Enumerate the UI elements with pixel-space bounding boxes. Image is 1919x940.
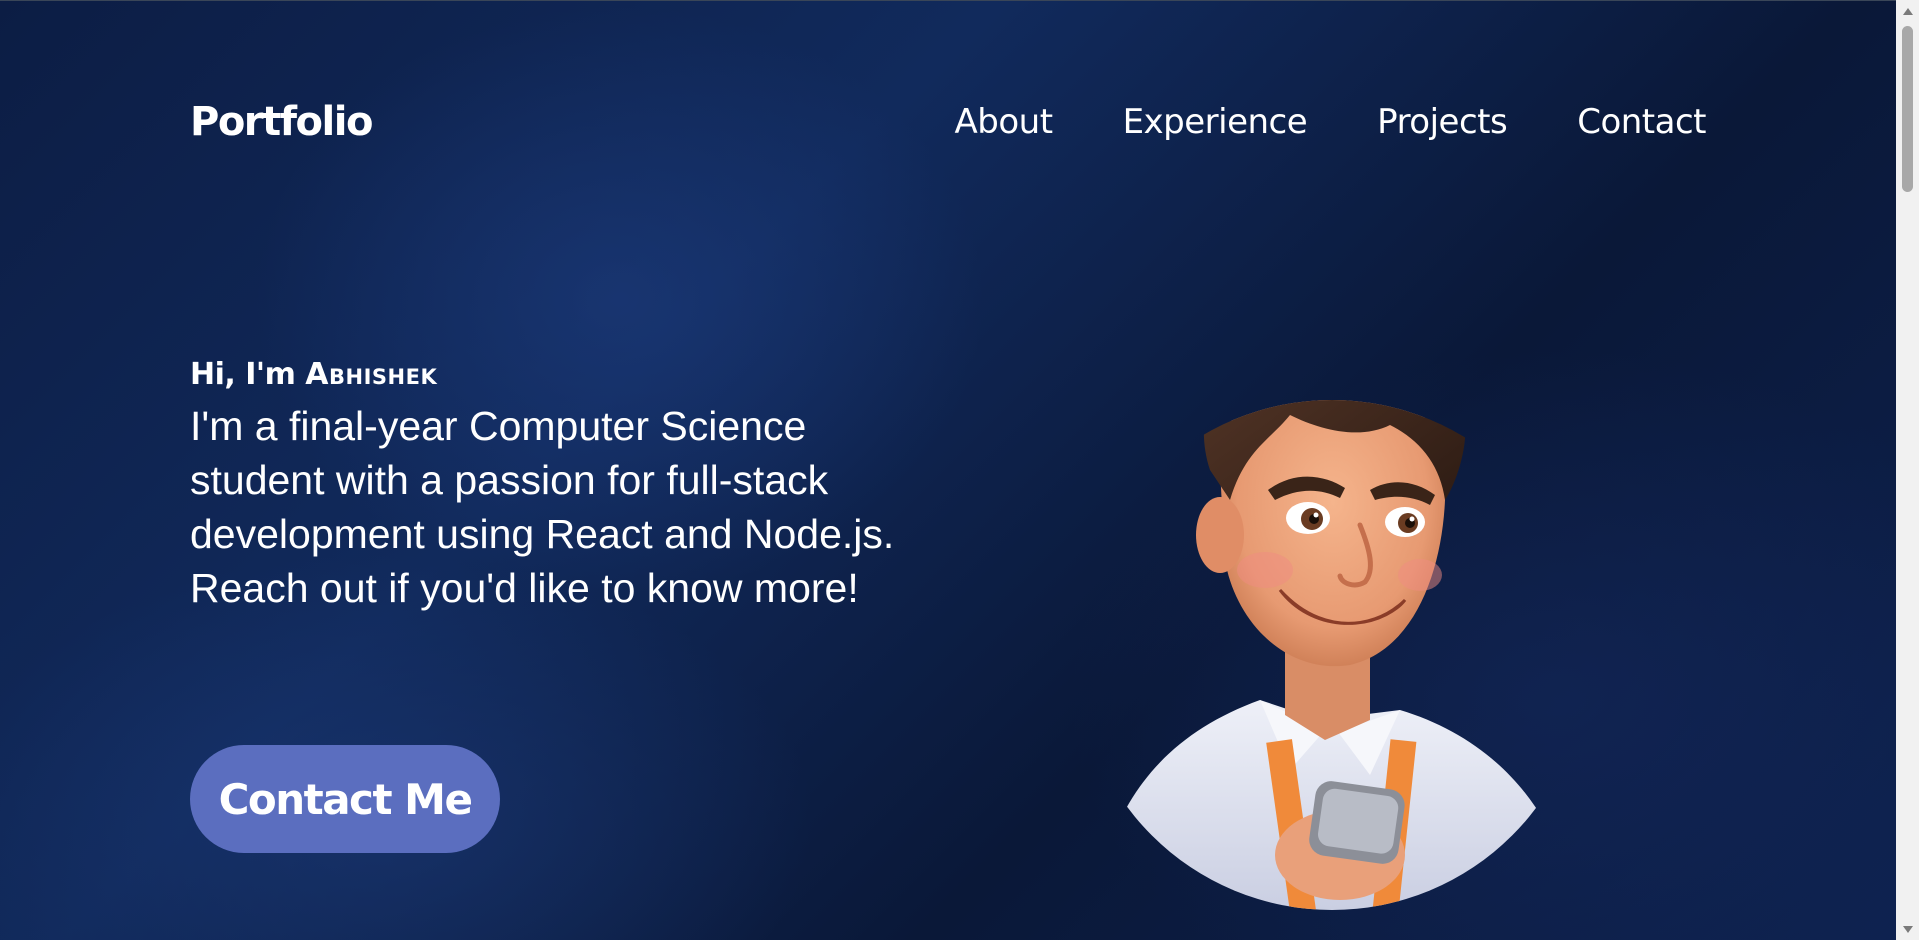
- nav-link-about[interactable]: About: [955, 100, 1054, 144]
- greeting-prefix: Hi, I'm: [190, 357, 306, 392]
- nav-links: About Experience Projects Contact: [955, 100, 1707, 144]
- nav-link-contact[interactable]: Contact: [1577, 100, 1706, 144]
- greeting-name: Abhishek: [305, 357, 438, 392]
- contact-me-button[interactable]: Contact Me: [190, 745, 500, 853]
- nav-link-experience[interactable]: Experience: [1123, 100, 1308, 144]
- avatar-illustration: [1070, 300, 1590, 940]
- nav-link-projects[interactable]: Projects: [1377, 100, 1508, 144]
- vertical-scrollbar[interactable]: [1896, 0, 1919, 940]
- portfolio-page: Portfolio About Experience Projects Cont…: [0, 0, 1919, 940]
- hero-intro: Hi, I'm Abhishek I'm a final-year Comput…: [190, 355, 950, 615]
- brand-logo[interactable]: Portfolio: [190, 96, 373, 148]
- navbar: Portfolio About Experience Projects Cont…: [0, 0, 1896, 245]
- triangle-up-icon[interactable]: [1896, 2, 1919, 20]
- scrollbar-thumb[interactable]: [1902, 26, 1913, 192]
- bio-text: I'm a final-year Computer Science studen…: [190, 403, 895, 611]
- greeting-heading: Hi, I'm Abhishek: [190, 355, 950, 395]
- triangle-down-icon[interactable]: [1896, 920, 1919, 938]
